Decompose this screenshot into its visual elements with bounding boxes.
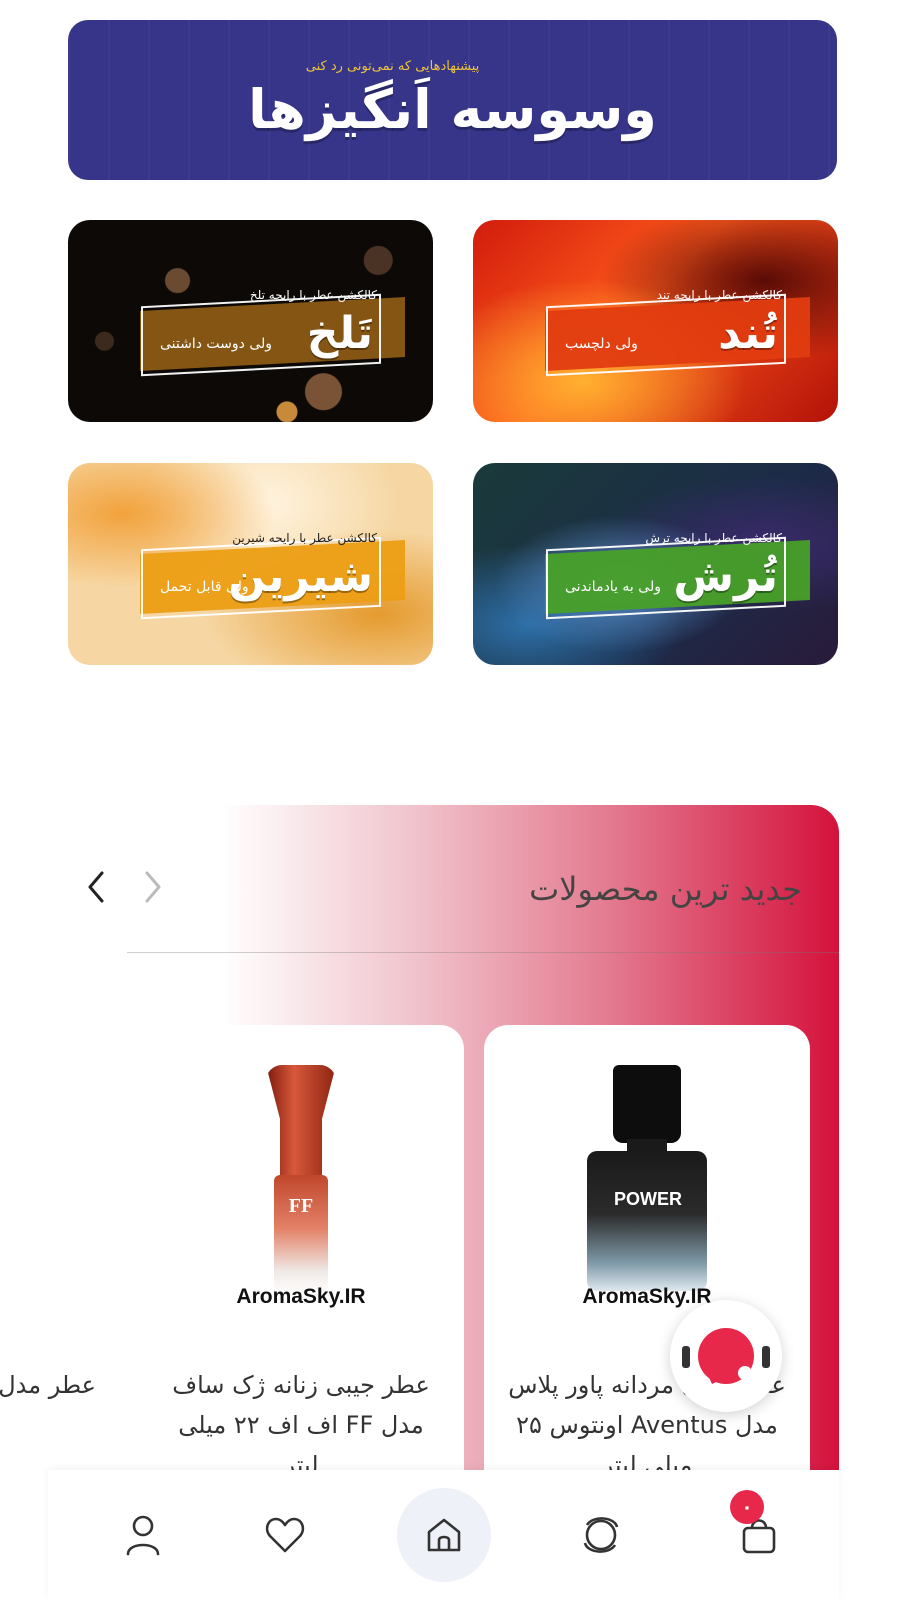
support-agent-icon xyxy=(698,1328,758,1395)
nav-favorites[interactable] xyxy=(238,1488,332,1582)
tile-name: تُرش xyxy=(673,551,778,602)
tile-tagline: ولی به یادماندنی xyxy=(565,579,661,595)
chevron-left-icon[interactable] xyxy=(78,867,114,907)
product-image: POWER xyxy=(484,1045,810,1295)
chevron-right-icon[interactable] xyxy=(135,867,171,907)
tile-tagline: ولی قابل تحمل xyxy=(160,579,249,595)
bottle-label: FF xyxy=(288,1195,314,1217)
nav-home[interactable] xyxy=(397,1488,491,1582)
tile-caption: کالکشن عطر با رایحه تند xyxy=(656,288,782,302)
tile-caption: کالکشن عطر با رایحه تلخ xyxy=(249,288,377,302)
tile-name: شیرین xyxy=(228,551,373,602)
tile-name: تَلخ xyxy=(306,308,373,359)
tile-caption: کالکشن عطر با رایحه ترش xyxy=(645,531,782,545)
product-brand: AromaSky.IR xyxy=(236,1285,366,1308)
product-image: FF xyxy=(138,1045,464,1295)
perfume-bottle: FF xyxy=(266,1065,336,1295)
tile-name: تُند xyxy=(718,308,778,359)
section-divider xyxy=(127,952,839,953)
bottle-label: POWER xyxy=(613,1189,682,1209)
nav-explore[interactable] xyxy=(554,1488,648,1582)
bottom-nav xyxy=(48,1470,839,1600)
product-card[interactable]: FF AromaSky.IR عطر جیبی زنانه ژک ساف مدل… xyxy=(138,1025,464,1505)
home-icon xyxy=(427,1518,461,1552)
explore-icon xyxy=(583,1517,619,1553)
collection-tile-bitter[interactable]: کالکشن عطر با رایحه تلخ تَلخ ولی دوست دا… xyxy=(68,220,433,422)
product-name[interactable]: عطر جیبی زنانه ژک ساف مدل FF اف اف ۲۲ می… xyxy=(158,1365,444,1485)
product-name[interactable]: عطر مدل xyxy=(0,1365,96,1405)
tile-tagline: ولی دوست داشتنی xyxy=(160,336,273,352)
collection-tile-sour[interactable]: کالکشن عطر با رایحه ترش تُرش ولی به یادم… xyxy=(473,463,838,665)
page: پیشنهادهایی که نمی‌تونی رد کنی وسوسه اَن… xyxy=(0,0,900,1600)
promo-banner-title: وسوسه اَنگیزها xyxy=(248,78,657,141)
promo-banner[interactable]: پیشنهادهایی که نمی‌تونی رد کنی وسوسه اَن… xyxy=(68,20,837,180)
user-icon xyxy=(126,1515,160,1556)
promo-banner-subtitle: پیشنهادهایی که نمی‌تونی رد کنی xyxy=(305,59,480,74)
section-title: جدید ترین محصولات xyxy=(529,870,802,908)
heart-icon xyxy=(265,1517,305,1553)
product-card[interactable]: POWER AromaSky.IR عطر جیبی مردانه پاور پ… xyxy=(484,1025,810,1505)
collection-tile-sweet[interactable]: کالکشن عطر با رایحه شیرین شیرین ولی قابل… xyxy=(68,463,433,665)
tile-tagline: ولی دلچسب xyxy=(565,336,638,352)
product-card[interactable]: عطر مدل xyxy=(0,1025,116,1505)
support-button[interactable] xyxy=(670,1300,782,1412)
cart-count-badge: ۰ xyxy=(730,1490,764,1524)
product-brand: AromaSky.IR xyxy=(582,1285,712,1308)
tile-caption: کالکشن عطر با رایحه شیرین xyxy=(232,531,377,545)
nav-profile[interactable] xyxy=(96,1488,190,1582)
collection-tile-spicy[interactable]: کالکشن عطر با رایحه تند تُند ولی دلچسب xyxy=(473,220,838,422)
perfume-bottle: POWER xyxy=(587,1065,707,1295)
